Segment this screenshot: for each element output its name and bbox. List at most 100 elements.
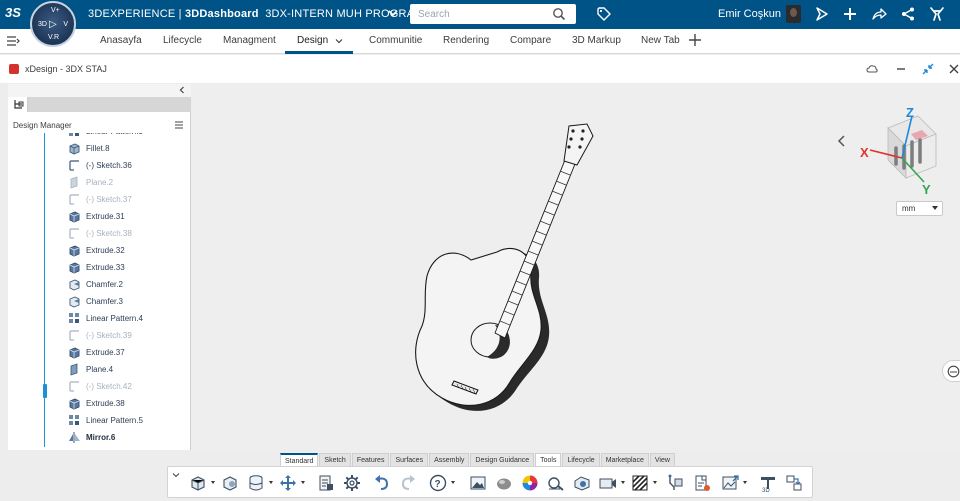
section-view-icon[interactable]	[572, 473, 592, 493]
camera-view-icon[interactable]	[598, 473, 618, 493]
extrude-icon	[68, 261, 81, 274]
tab-new-tab[interactable]: New Tab	[641, 35, 680, 46]
3d-export-icon[interactable]: 3D	[758, 473, 778, 493]
gear-icon[interactable]	[342, 473, 362, 493]
axis-y-label: Y	[922, 182, 931, 196]
tree-item[interactable]: Plane.4	[68, 362, 113, 376]
tree-item[interactable]: (-) Sketch.38	[68, 226, 132, 240]
image-icon[interactable]	[468, 473, 488, 493]
network-share-icon[interactable]	[900, 6, 916, 22]
insert-part-icon[interactable]	[188, 473, 208, 493]
tree-item[interactable]: (-) Sketch.39	[68, 328, 132, 342]
cloud-icon[interactable]	[866, 63, 878, 75]
tab-communitie[interactable]: Communitie	[369, 35, 422, 46]
chevron-left-icon[interactable]	[836, 134, 848, 148]
database-icon[interactable]	[246, 473, 266, 493]
tools-icon[interactable]	[929, 6, 945, 22]
tab-design[interactable]: Design	[297, 35, 328, 46]
tree-item[interactable]: Linear Pattern.3	[68, 133, 143, 138]
plus-icon[interactable]	[842, 6, 858, 22]
app-root: 3S V+ 3D V ▷ V.R 3DEXPERIENCE | 3DDashbo…	[0, 0, 960, 501]
side-panel-toggle[interactable]	[942, 360, 960, 382]
measure-part-icon[interactable]	[220, 473, 240, 493]
properties-icon[interactable]	[316, 473, 336, 493]
hatch-pattern-icon[interactable]	[630, 473, 650, 493]
tree-item[interactable]: Linear Pattern.5	[68, 413, 143, 427]
measure-scale-icon[interactable]	[546, 473, 566, 493]
compass-button[interactable]: V+ 3D V ▷ V.R	[30, 1, 76, 47]
action-tab-surfaces[interactable]: Surfaces	[390, 453, 429, 466]
3d-viewport[interactable]: X Y Z mm	[192, 84, 960, 450]
tree-item[interactable]: Extrude.37	[68, 345, 125, 359]
chevron-down-icon[interactable]	[334, 36, 344, 46]
add-tab-icon[interactable]	[688, 33, 702, 47]
linear-pattern-icon	[68, 312, 81, 325]
forward-share-icon[interactable]	[871, 6, 887, 22]
tree-item-label: Extrude.37	[86, 347, 125, 357]
tab-rendering[interactable]: Rendering	[443, 35, 489, 46]
tree-item[interactable]: Extrude.38	[68, 396, 125, 410]
tree-item-label: (-) Sketch.39	[86, 330, 132, 340]
action-tab-design-guidance[interactable]: Design Guidance	[470, 453, 535, 466]
user-avatar[interactable]	[786, 5, 801, 23]
tree-item[interactable]: (-) Sketch.36	[68, 158, 132, 172]
view-cube[interactable]: X Y Z	[856, 106, 946, 196]
close-icon[interactable]	[948, 63, 960, 75]
move-arrows-icon[interactable]	[278, 473, 298, 493]
panel-tab-tree[interactable]	[8, 97, 28, 112]
action-tab-tools[interactable]: Tools	[535, 453, 562, 466]
tree-item[interactable]: Extrude.33	[68, 260, 125, 274]
tree-item[interactable]: Extrude.32	[68, 243, 125, 257]
tag-icon[interactable]	[596, 6, 612, 22]
tree-item[interactable]: Extrude.31	[68, 209, 125, 223]
minimize-icon[interactable]	[895, 63, 907, 75]
tree-item[interactable]: Mirror.6	[68, 430, 115, 444]
search-input[interactable]	[410, 4, 544, 25]
collapse-arrows-icon[interactable]	[922, 63, 934, 75]
axis-z-label: Z	[906, 106, 914, 120]
action-tab-marketplace[interactable]: Marketplace	[600, 453, 649, 466]
tree-item[interactable]: Linear Pattern.4	[68, 311, 143, 325]
tree-item[interactable]: (-) Sketch.37	[68, 192, 132, 206]
tree-item-label: Linear Pattern.3	[86, 133, 143, 136]
tree-item[interactable]: (-) Sketch.42	[68, 379, 132, 393]
redo-icon[interactable]	[398, 473, 418, 493]
action-tab-lifecycle[interactable]: Lifecycle	[562, 453, 600, 466]
panel-menu-icon[interactable]	[174, 120, 184, 130]
publish-icon[interactable]	[784, 473, 804, 493]
tree-item[interactable]: Chamfer.2	[68, 277, 123, 291]
help-icon[interactable]: ?	[428, 473, 448, 493]
action-tab-view[interactable]: View	[649, 453, 675, 466]
drawing-icon[interactable]	[692, 473, 712, 493]
chevron-down-icon[interactable]	[172, 471, 180, 479]
tree-item[interactable]: Fillet.8	[68, 141, 110, 155]
color-wheel-icon[interactable]	[520, 473, 540, 493]
tab-3d-markup[interactable]: 3D Markup	[572, 35, 621, 46]
action-tab-sketch[interactable]: Sketch	[319, 453, 351, 466]
material-sphere-icon[interactable]	[494, 473, 514, 493]
hamburger-menu-icon[interactable]	[6, 35, 20, 47]
clock-gauge-icon	[947, 365, 960, 378]
tab-compare[interactable]: Compare	[510, 35, 551, 46]
undo-icon[interactable]	[372, 473, 392, 493]
search-icon[interactable]	[552, 7, 566, 21]
tree-item[interactable]: Plane.2	[68, 175, 113, 189]
tree-item-label: Extrude.38	[86, 398, 125, 408]
share-feedback-icon[interactable]	[814, 6, 830, 22]
action-tab-assembly[interactable]: Assembly	[429, 453, 470, 466]
tree-structure-icon	[14, 100, 24, 109]
tree-item[interactable]: Chamfer.3	[68, 294, 123, 308]
image-export-icon[interactable]	[720, 473, 740, 493]
action-tab-standard[interactable]: Standard	[280, 453, 319, 466]
svg-text:3D: 3D	[762, 488, 770, 493]
tab-managment[interactable]: Managment	[223, 35, 276, 46]
user-name[interactable]: Emir Coşkun	[718, 8, 781, 20]
unit-select[interactable]: mm	[896, 201, 943, 216]
chevron-left-icon[interactable]	[177, 85, 187, 95]
tab-anasayfa[interactable]: Anasayfa	[100, 35, 142, 46]
chevron-down-icon[interactable]	[386, 6, 400, 20]
guitar-3d-model[interactable]	[387, 114, 607, 434]
action-tab-features[interactable]: Features	[351, 453, 390, 466]
tab-lifecycle[interactable]: Lifecycle	[163, 35, 202, 46]
assembly-tools-icon[interactable]	[666, 473, 686, 493]
